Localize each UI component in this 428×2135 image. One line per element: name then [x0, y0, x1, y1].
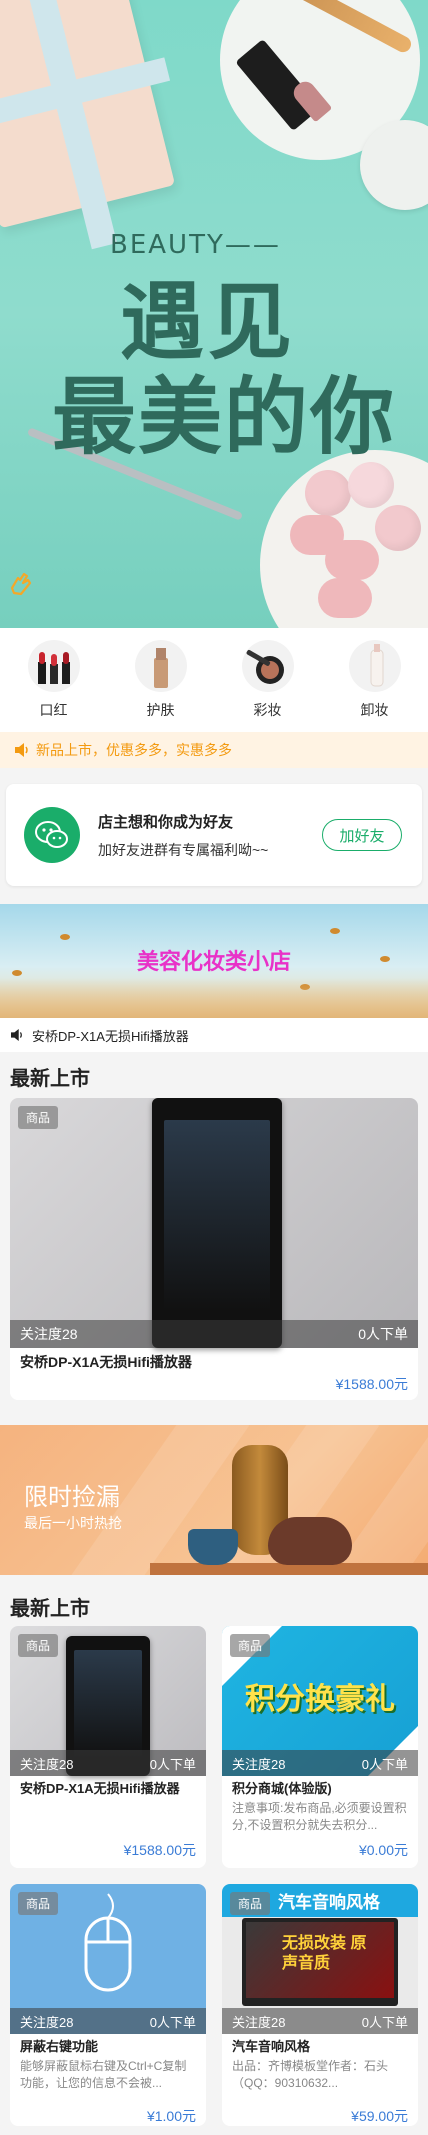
category-item-lipstick[interactable]: 口红: [0, 628, 107, 732]
category-label: 彩妆: [253, 702, 282, 718]
product-name: 积分商城(体验版): [232, 1781, 332, 1796]
lipstick-icon: [27, 640, 80, 692]
product-card[interactable]: 积分换豪礼 商品 关注度28 0人下单 积分商城(体验版) 注意事项:发布商品,…: [222, 1626, 418, 1868]
car-audio-banner-text: 汽车音响风格: [278, 1893, 380, 1912]
order-count: 0人下单: [149, 2014, 196, 2030]
scrolling-notice-text: 安桥DP-X1A无损Hifi播放器: [32, 1028, 189, 1044]
product-stats-overlay: 关注度28 0人下单: [222, 2008, 418, 2034]
bowl-image: [188, 1529, 238, 1565]
product-tag: 商品: [18, 1106, 59, 1129]
product-stats-overlay: 关注度28 0人下单: [10, 2008, 206, 2034]
flash-sale-title: 限时捡漏: [24, 1484, 120, 1511]
product-name: 安桥DP-X1A无损Hifi播放器: [20, 1781, 180, 1796]
add-friend-button[interactable]: 加好友: [322, 819, 402, 851]
product-card[interactable]: 商品 关注度28 0人下单 安桥DP-X1A无损Hifi播放器 ¥1588.00…: [10, 1626, 206, 1868]
category-label: 卸妆: [360, 702, 389, 718]
product-name: 汽车音响风格: [232, 2039, 311, 2054]
speaker-icon: [11, 1029, 22, 1041]
product-price: ¥1588.00元: [123, 1842, 196, 1858]
product-stats-overlay: 关注度28 0人下单: [10, 1750, 206, 1776]
product-stats-overlay: 关注度28 0人下单: [222, 1750, 418, 1776]
product-tag: 商品: [18, 1892, 59, 1915]
points-banner-text: 积分换豪礼: [245, 1683, 395, 1716]
leaf-decoration: [60, 934, 70, 940]
product-card[interactable]: 汽车音响风格 无损改装 原声音质 商品 关注度28 0人下单 汽车音响风格 出品…: [222, 1884, 418, 2126]
product-description: 出品：齐博模板堂作者：石头（QQ：90310632...: [232, 2059, 389, 2090]
product-price: ¥59.00元: [351, 2108, 408, 2124]
product-tag: 商品: [230, 1892, 271, 1915]
leaf-decoration: [330, 928, 340, 934]
product-price: ¥1588.00元: [335, 1376, 408, 1392]
hero-banner[interactable]: BEAUTY—— 遇见 最美的你: [0, 0, 428, 628]
product-stats-overlay: 关注度28 0人下单: [10, 1320, 418, 1348]
macaron-decoration: [325, 540, 379, 580]
shop-banner[interactable]: 美容化妆类小店: [0, 904, 428, 1018]
order-count: 0人下单: [149, 1756, 196, 1772]
product-description: 注意事项:发布商品,必须要设置积分,不设置积分就失去积分...: [232, 1801, 407, 1832]
flash-sale-subtitle: 最后一小时热抢: [24, 1515, 122, 1531]
add-friend-card: 店主想和你成为好友 加好友进群有专属福利呦~~ 加好友: [6, 784, 422, 886]
attention-count: 关注度28: [232, 1756, 286, 1772]
category-label: 口红: [39, 702, 68, 718]
speaker-icon: [15, 743, 28, 757]
grass-decoration: [0, 978, 428, 1018]
flower-decoration: [305, 470, 351, 516]
promo-notice-bar[interactable]: 新品上市，优惠多多，实惠多多: [0, 732, 428, 768]
hero-headline-line2: 最美的你: [52, 368, 397, 466]
makeup-remover-icon: [348, 640, 401, 692]
attention-count: 关注度28: [20, 2014, 74, 2030]
attention-count: 关注度28: [20, 1326, 78, 1342]
macaron-decoration: [318, 578, 372, 618]
product-price: ¥1.00元: [146, 2108, 196, 2124]
category-item-makeup[interactable]: 彩妆: [214, 628, 321, 732]
teapot-image: [268, 1517, 352, 1565]
monitor-text: 无损改装 原声音质: [282, 1935, 367, 1972]
attention-count: 关注度28: [232, 2014, 286, 2030]
category-nav: 口红 护肤 彩妆 卸妆: [0, 628, 428, 732]
category-item-skincare[interactable]: 护肤: [107, 628, 214, 732]
wechat-icon: [24, 807, 80, 863]
category-item-makeup-remover[interactable]: 卸妆: [321, 628, 428, 732]
category-label: 护肤: [146, 702, 175, 718]
product-tag: 商品: [18, 1634, 59, 1657]
scrolling-notice-bar[interactable]: 安桥DP-X1A无损Hifi播放器: [0, 1018, 428, 1052]
product-description: 能够屏蔽鼠标右键及Ctrl+C复制功能，让您的信息不会被...: [20, 2059, 187, 2090]
hand-pointer-icon[interactable]: [6, 568, 36, 598]
skincare-bottle-icon: [134, 640, 187, 692]
friend-card-title: 店主想和你成为好友: [98, 813, 234, 831]
flower-decoration: [375, 505, 421, 551]
music-player-image: [152, 1098, 282, 1348]
monitor-image: 无损改装 原声音质: [242, 1918, 398, 2006]
makeup-compact-icon: [241, 640, 294, 692]
order-count: 0人下单: [358, 1326, 408, 1342]
order-count: 0人下单: [361, 2014, 408, 2030]
shop-banner-title: 美容化妆类小店: [136, 949, 291, 974]
product-price: ¥0.00元: [358, 1842, 408, 1858]
product-name: 安桥DP-X1A无损Hifi播放器: [20, 1354, 192, 1370]
product-tag: 商品: [230, 1634, 271, 1657]
product-image: [10, 1098, 418, 1348]
promo-notice-text: 新品上市，优惠多多，实惠多多: [36, 742, 232, 758]
flash-sale-banner[interactable]: 限时捡漏 最后一小时热抢: [0, 1425, 428, 1575]
section-title-new-arrivals: 最新上市: [10, 1598, 90, 1620]
product-card[interactable]: 商品 关注度28 0人下单 屏蔽右键功能 能够屏蔽鼠标右键及Ctrl+C复制功能…: [10, 1884, 206, 2126]
featured-product-card[interactable]: 商品 关注度28 0人下单 安桥DP-X1A无损Hifi播放器 ¥1588.00…: [10, 1098, 418, 1400]
attention-count: 关注度28: [20, 1756, 74, 1772]
product-name: 屏蔽右键功能: [20, 2039, 99, 2054]
friend-card-subtitle: 加好友进群有专属福利呦~~: [98, 841, 269, 858]
section-title-new-arrivals: 最新上市: [10, 1068, 90, 1090]
order-count: 0人下单: [361, 1756, 408, 1772]
